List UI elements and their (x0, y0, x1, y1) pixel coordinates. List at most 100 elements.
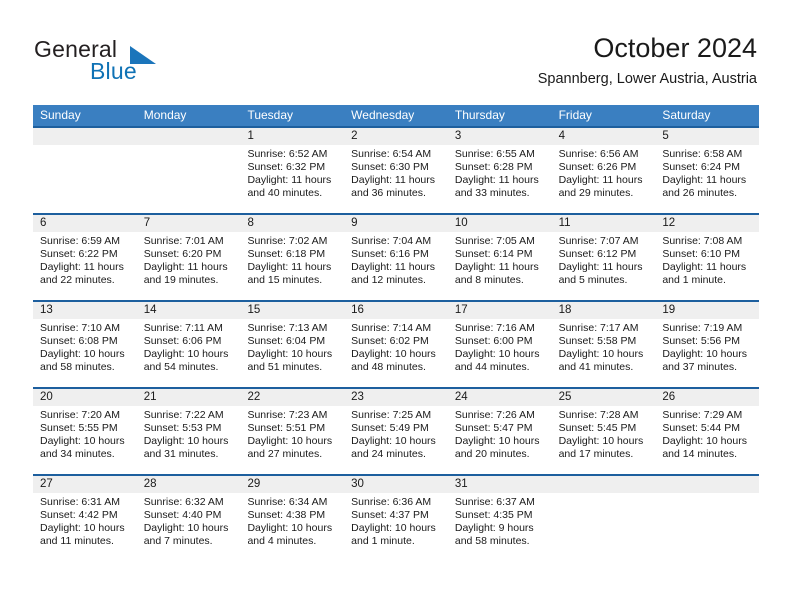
day-number: 14 (136, 302, 241, 319)
day-cell-empty (33, 128, 137, 213)
day-cell[interactable]: 9 Sunrise: 7:04 AM Sunset: 6:16 PM Daylight… (344, 215, 448, 300)
day-cell-empty (551, 476, 656, 561)
day-number: 20 (33, 389, 137, 406)
day-cell[interactable]: 24 Sunrise: 7:26 AM Sunset: 5:47 PM Dayligh… (447, 389, 552, 474)
sunrise-text: Sunrise: 7:04 AM (351, 235, 432, 247)
calendar-week-row: 1 Sunrise: 6:52 AM Sunset: 6:32 PM Daylight… (33, 126, 760, 213)
weekday-header-monday: Monday (143, 108, 187, 122)
daylight-text: Daylight: 10 hours and 37 minutes. (662, 347, 747, 373)
calendar-week-row: 20 Sunrise: 7:20 AM Sunset: 5:55 PM Dayligh… (33, 387, 760, 474)
daylight-text: Daylight: 10 hours and 24 minutes. (351, 434, 436, 460)
day-cell[interactable]: 21 Sunrise: 7:22 AM Sunset: 5:53 PM Dayligh… (136, 389, 241, 474)
day-number (33, 128, 137, 145)
day-number: 6 (33, 215, 137, 232)
daylight-text: Daylight: 10 hours and 41 minutes. (558, 347, 644, 373)
day-details: Sunrise: 7:14 AM Sunset: 6:02 PM Daylight:… (344, 319, 448, 374)
sunrise-text: Sunrise: 7:10 AM (40, 322, 120, 334)
sunrise-text: Sunrise: 7:29 AM (662, 409, 743, 421)
daylight-text: Daylight: 10 hours and 7 minutes. (143, 521, 229, 547)
day-details: Sunrise: 7:22 AM Sunset: 5:53 PM Daylight:… (137, 406, 241, 461)
daylight-text: Daylight: 11 hours and 1 minute. (662, 260, 747, 286)
day-cell[interactable]: 6 Sunrise: 6:59 AM Sunset: 6:22 PM Daylight… (33, 215, 137, 300)
day-cell[interactable]: 3 Sunrise: 6:55 AM Sunset: 6:28 PM Daylight… (447, 128, 552, 213)
brand-logo[interactable]: General Blue (34, 36, 274, 92)
daylight-text: Daylight: 10 hours and 48 minutes. (351, 347, 436, 373)
day-cell[interactable]: 7 Sunrise: 7:01 AM Sunset: 6:20 PM Daylight… (136, 215, 241, 300)
day-details: Sunrise: 6:37 AM Sunset: 4:35 PM Daylight:… (448, 493, 552, 548)
day-number: 3 (447, 128, 552, 145)
sunset-text: Sunset: 5:58 PM (558, 334, 637, 347)
day-details: Sunrise: 7:19 AM Sunset: 5:56 PM Daylight:… (655, 319, 759, 374)
weekday-header-tuesday: Tuesday (247, 108, 294, 122)
day-number: 7 (136, 215, 241, 232)
sunrise-text: Sunrise: 6:36 AM (351, 496, 432, 508)
day-cell[interactable]: 19 Sunrise: 7:19 AM Sunset: 5:56 PM Dayligh… (655, 302, 760, 387)
day-cell[interactable]: 13 Sunrise: 7:10 AM Sunset: 6:08 PM Dayligh… (33, 302, 137, 387)
day-cell[interactable]: 30 Sunrise: 6:36 AM Sunset: 4:37 PM Dayligh… (344, 476, 448, 561)
day-details: Sunrise: 6:58 AM Sunset: 6:24 PM Daylight:… (655, 145, 759, 200)
calendar-week-row: 27 Sunrise: 6:31 AM Sunset: 4:42 PM Dayligh… (33, 474, 760, 561)
sunset-text: Sunset: 4:35 PM (454, 508, 533, 521)
title-block: October 2024 Spannberg, Lower Austria, A… (538, 32, 757, 88)
day-cell[interactable]: 1 Sunrise: 6:52 AM Sunset: 6:32 PM Daylight… (240, 128, 345, 213)
day-cell[interactable]: 14 Sunrise: 7:11 AM Sunset: 6:06 PM Dayligh… (136, 302, 241, 387)
day-cell[interactable]: 12 Sunrise: 7:08 AM Sunset: 6:10 PM Dayligh… (655, 215, 760, 300)
day-cell[interactable]: 2 Sunrise: 6:54 AM Sunset: 6:30 PM Daylight… (344, 128, 448, 213)
sunset-text: Sunset: 6:08 PM (40, 334, 118, 347)
sunset-text: Sunset: 4:38 PM (247, 508, 326, 521)
day-cell[interactable]: 26 Sunrise: 7:29 AM Sunset: 5:44 PM Dayligh… (655, 389, 760, 474)
day-cell[interactable]: 10 Sunrise: 7:05 AM Sunset: 6:14 PM Dayligh… (447, 215, 552, 300)
day-number: 17 (447, 302, 552, 319)
day-cell[interactable]: 15 Sunrise: 7:13 AM Sunset: 6:04 PM Dayligh… (240, 302, 345, 387)
day-cell[interactable]: 17 Sunrise: 7:16 AM Sunset: 6:00 PM Dayligh… (447, 302, 552, 387)
sunset-text: Sunset: 4:42 PM (40, 508, 118, 521)
sunset-text: Sunset: 6:24 PM (662, 160, 740, 173)
sunrise-text: Sunrise: 6:54 AM (351, 148, 432, 160)
day-cell[interactable]: 22 Sunrise: 7:23 AM Sunset: 5:51 PM Dayligh… (240, 389, 345, 474)
day-details: Sunrise: 7:23 AM Sunset: 5:51 PM Daylight:… (240, 406, 344, 461)
day-cell[interactable]: 5 Sunrise: 6:58 AM Sunset: 6:24 PM Daylight… (655, 128, 760, 213)
day-cell[interactable]: 29 Sunrise: 6:34 AM Sunset: 4:38 PM Dayligh… (240, 476, 345, 561)
sunset-text: Sunset: 4:37 PM (351, 508, 429, 521)
sunrise-text: Sunrise: 7:28 AM (558, 409, 639, 421)
daylight-text: Daylight: 10 hours and 27 minutes. (247, 434, 333, 460)
day-cell[interactable]: 8 Sunrise: 7:02 AM Sunset: 6:18 PM Daylight… (240, 215, 345, 300)
day-details: Sunrise: 7:29 AM Sunset: 5:44 PM Daylight:… (655, 406, 759, 461)
brand-name-blue: Blue (90, 58, 137, 84)
day-cell[interactable]: 18 Sunrise: 7:17 AM Sunset: 5:58 PM Dayligh… (551, 302, 656, 387)
day-cell[interactable]: 16 Sunrise: 7:14 AM Sunset: 6:02 PM Dayligh… (344, 302, 448, 387)
sunset-text: Sunset: 6:02 PM (351, 334, 429, 347)
day-number: 11 (551, 215, 656, 232)
day-cell[interactable]: 4 Sunrise: 6:56 AM Sunset: 6:26 PM Daylight… (551, 128, 656, 213)
sunset-text: Sunset: 6:04 PM (247, 334, 326, 347)
sunrise-text: Sunrise: 6:56 AM (558, 148, 639, 160)
day-details: Sunrise: 7:26 AM Sunset: 5:47 PM Daylight:… (448, 406, 552, 461)
sunset-text: Sunset: 6:18 PM (247, 247, 326, 260)
day-number (136, 128, 241, 145)
sunset-text: Sunset: 6:12 PM (558, 247, 637, 260)
day-details: Sunrise: 7:08 AM Sunset: 6:10 PM Daylight:… (655, 232, 759, 287)
day-number: 31 (447, 476, 552, 493)
day-number: 30 (344, 476, 448, 493)
sunrise-text: Sunrise: 7:19 AM (662, 322, 743, 334)
day-details: Sunrise: 6:59 AM Sunset: 6:22 PM Daylight:… (33, 232, 137, 287)
sunrise-text: Sunrise: 6:59 AM (40, 235, 120, 247)
day-cell[interactable]: 28 Sunrise: 6:32 AM Sunset: 4:40 PM Dayligh… (136, 476, 241, 561)
day-cell[interactable]: 11 Sunrise: 7:07 AM Sunset: 6:12 PM Dayligh… (551, 215, 656, 300)
day-details: Sunrise: 6:32 AM Sunset: 4:40 PM Daylight:… (137, 493, 241, 548)
day-cell[interactable]: 20 Sunrise: 7:20 AM Sunset: 5:55 PM Dayligh… (33, 389, 137, 474)
day-details: Sunrise: 7:25 AM Sunset: 5:49 PM Daylight:… (344, 406, 448, 461)
day-number: 21 (136, 389, 241, 406)
day-number: 12 (655, 215, 760, 232)
day-cell[interactable]: 27 Sunrise: 6:31 AM Sunset: 4:42 PM Dayligh… (33, 476, 137, 561)
day-number: 28 (136, 476, 241, 493)
day-number: 13 (33, 302, 137, 319)
day-cell[interactable]: 25 Sunrise: 7:28 AM Sunset: 5:45 PM Dayligh… (551, 389, 656, 474)
sunrise-text: Sunrise: 7:22 AM (143, 409, 224, 421)
day-cell[interactable]: 23 Sunrise: 7:25 AM Sunset: 5:49 PM Dayligh… (344, 389, 448, 474)
day-details: Sunrise: 6:54 AM Sunset: 6:30 PM Daylight:… (344, 145, 448, 200)
page-header: General Blue October 2024 Spannberg, Low… (0, 0, 792, 104)
day-cell[interactable]: 31 Sunrise: 6:37 AM Sunset: 4:35 PM Dayligh… (447, 476, 552, 561)
calendar-weeks: 1 Sunrise: 6:52 AM Sunset: 6:32 PM Daylight… (33, 126, 760, 561)
sunset-text: Sunset: 6:00 PM (454, 334, 533, 347)
